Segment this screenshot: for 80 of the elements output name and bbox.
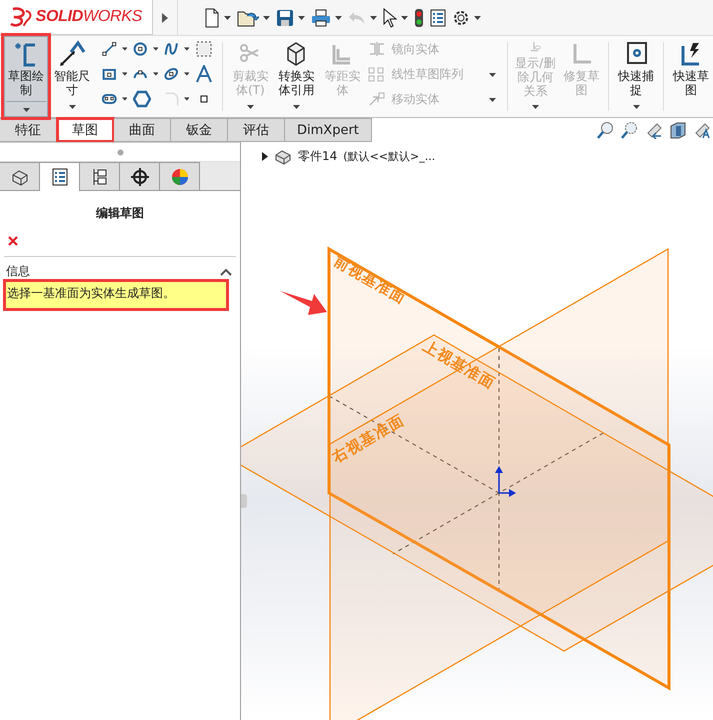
caret-icon[interactable] (335, 16, 342, 20)
hexagon-icon[interactable] (133, 90, 152, 108)
caret-icon (246, 105, 254, 109)
circle-icon[interactable] (133, 40, 148, 58)
caret-icon[interactable] (263, 16, 270, 20)
plane-label: 上视基准面 (420, 336, 498, 392)
ribbon-tab[interactable]: 评估 (228, 118, 285, 142)
ribbon-button[interactable]: 智能尺寸 (50, 36, 94, 117)
configuration-name: (默认<<默认>_... (343, 149, 436, 164)
collapse-caret-icon[interactable] (220, 268, 232, 276)
cursor-icon[interactable] (383, 8, 397, 28)
caret-icon[interactable] (401, 16, 408, 20)
zoom-to-fit-icon[interactable] (597, 121, 615, 139)
pattern-icon (368, 66, 386, 83)
caret-icon[interactable] (152, 47, 158, 51)
caret-icon[interactable] (474, 16, 481, 20)
panel-tab[interactable] (80, 162, 120, 190)
previous-view-icon[interactable] (645, 121, 663, 139)
info-message: 选择一基准面为实体生成草图。 (6, 282, 226, 308)
caret-icon[interactable] (152, 72, 158, 76)
plane-label: 前视基准面 (331, 252, 410, 308)
caret-icon[interactable] (184, 47, 190, 51)
caret-icon[interactable] (122, 72, 128, 76)
panel-tab[interactable] (0, 162, 40, 190)
letter-icon[interactable] (195, 65, 214, 83)
caret-icon[interactable] (298, 16, 305, 20)
crosshair-icon (130, 166, 150, 186)
panel-tab[interactable] (120, 162, 160, 190)
logo-text: SOLIDWORKS (36, 8, 142, 26)
move-icon (368, 91, 386, 108)
zoom-area-icon[interactable] (621, 121, 639, 139)
section-view-icon[interactable] (669, 121, 687, 139)
line-icon[interactable] (102, 40, 117, 58)
caret-icon (489, 98, 496, 102)
ribbon-tab[interactable]: DimXpert (285, 118, 372, 142)
traffic-light-icon[interactable] (414, 8, 424, 28)
ribbon-tab[interactable]: 草图 (57, 118, 114, 142)
list-icon[interactable] (430, 8, 446, 26)
grip-dot-icon[interactable] (116, 148, 124, 156)
property-list-icon (50, 167, 70, 187)
caret-icon[interactable] (370, 16, 377, 20)
caret-icon[interactable] (122, 97, 128, 101)
close-icon[interactable] (8, 236, 18, 246)
save-icon[interactable] (276, 8, 294, 26)
plane-label: 右视基准面 (329, 410, 408, 466)
caret-icon (532, 105, 539, 109)
ribbon-button[interactable]: 转换实体引用 (274, 36, 318, 117)
ribbon-button[interactable]: 快速草图 (669, 36, 713, 117)
ribbon-button[interactable]: 草图绘制 (4, 36, 48, 117)
origin-axes-icon (495, 466, 516, 497)
settings-icon[interactable] (452, 8, 470, 26)
ellipse-icon[interactable] (164, 65, 179, 83)
ribbon-tab[interactable]: 特征 (0, 118, 57, 142)
expand-triangle-icon[interactable] (261, 152, 268, 161)
appearance-ball-icon (170, 166, 190, 186)
logo-mark-icon (10, 6, 32, 28)
view-orientation-icon[interactable] (693, 121, 711, 139)
expand-arrow-icon[interactable] (161, 12, 169, 24)
caret-icon (68, 105, 76, 109)
panel-resize-handle[interactable] (241, 494, 247, 508)
new-document-icon[interactable] (204, 8, 220, 28)
caret-icon (292, 105, 300, 109)
part-name[interactable]: 零件14 (298, 148, 338, 165)
caret-icon (632, 105, 640, 109)
caret-icon[interactable] (184, 72, 190, 76)
dimension-icon (58, 40, 86, 68)
panel-tab[interactable] (40, 162, 80, 191)
caret-icon (489, 72, 496, 76)
ribbon-tab[interactable]: 曲面 (114, 118, 171, 142)
ribbon-button[interactable]: 快速捕捉 (614, 36, 658, 117)
printer-icon[interactable] (311, 8, 331, 26)
dashed-rectangle-icon[interactable] (195, 40, 214, 58)
caret-icon (22, 108, 30, 112)
panel-title: 编辑草图 (94, 205, 145, 222)
caret-icon[interactable] (122, 47, 128, 51)
caret-icon[interactable] (224, 16, 231, 20)
part-icon (274, 148, 292, 164)
mirror-icon (368, 41, 386, 58)
ribbon-tab[interactable]: 钣金 (171, 118, 228, 142)
section-title: 信息 (6, 263, 30, 280)
